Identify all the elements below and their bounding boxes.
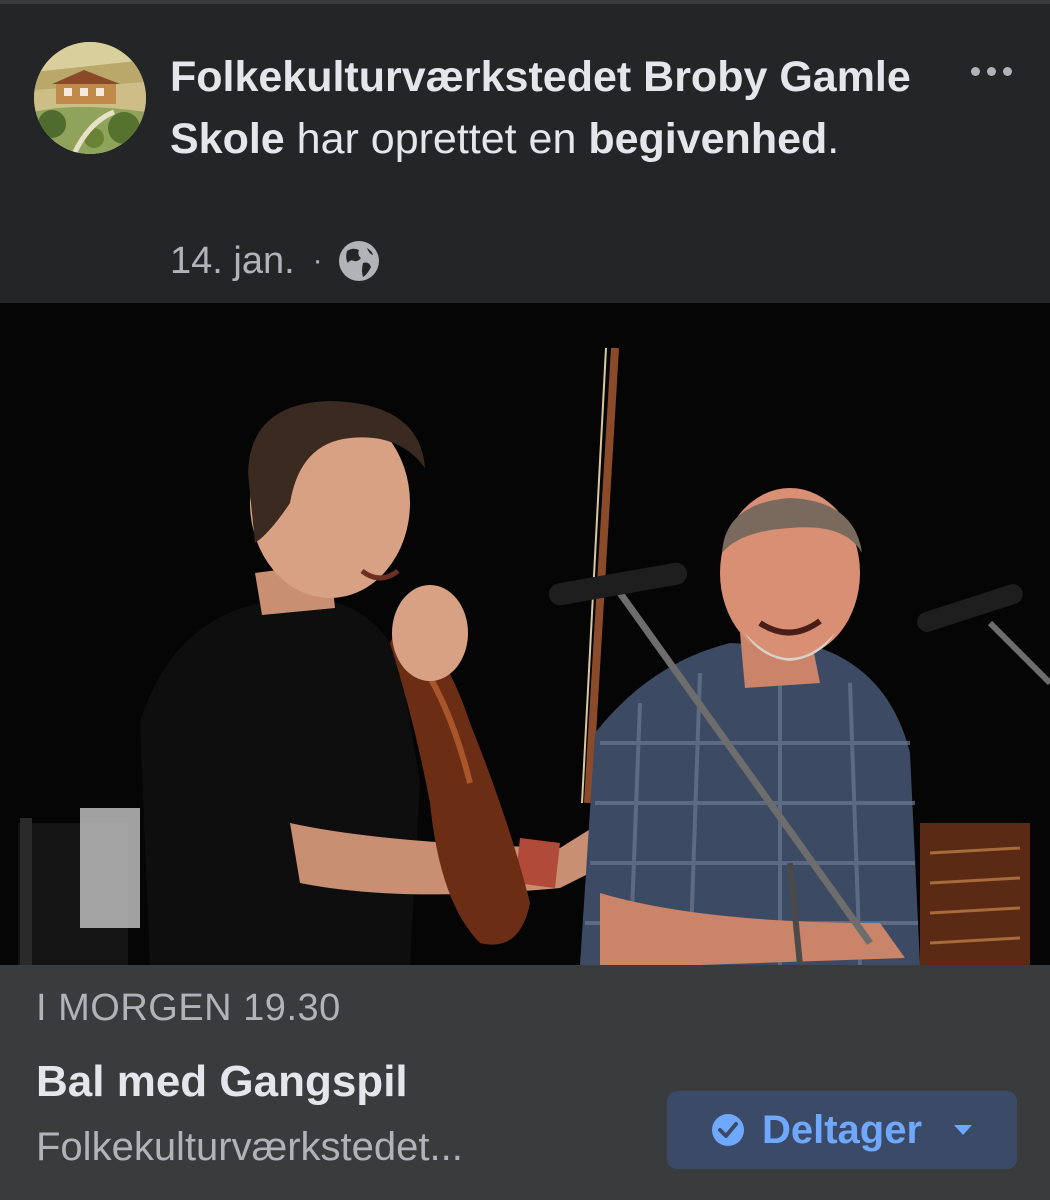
event-title[interactable]: Bal med Gangspil [36,1057,408,1107]
more-dots-icon [1002,66,1012,76]
rsvp-going-button[interactable]: Deltager [667,1091,1017,1169]
check-circle-icon [711,1114,744,1146]
musicians-photo [0,303,1050,965]
avatar-image [34,42,146,154]
post-date[interactable]: 14. jan. [170,240,295,283]
more-dots-icon [970,66,980,76]
chevron-down-icon [954,1125,973,1135]
action-end: . [827,115,840,163]
post-headline: Folkekulturværkstedet Broby Gamle Skole … [170,46,930,170]
event-time: I MORGEN 19.30 [36,987,341,1029]
event-link[interactable]: begivenhed [588,115,827,163]
post-header: Folkekulturværkstedet Broby Gamle Skole … [0,4,1050,302]
event-host: Folkekulturværkstedet... [36,1125,463,1169]
meta-separator: · [312,244,323,277]
more-options-button[interactable] [956,56,1026,86]
more-dots-icon [986,66,996,76]
action-text: har oprettet en [284,115,589,163]
rsvp-label: Deltager [761,1107,923,1152]
event-cover-photo[interactable] [0,303,1050,965]
post-meta: 14. jan. · [170,236,381,286]
page-avatar[interactable] [34,42,146,154]
event-footer[interactable]: I MORGEN 19.30 Bal med Gangspil Folkekul… [0,965,1050,1200]
globe-icon[interactable] [337,239,381,283]
post-card: Folkekulturværkstedet Broby Gamle Skole … [0,0,1050,1200]
